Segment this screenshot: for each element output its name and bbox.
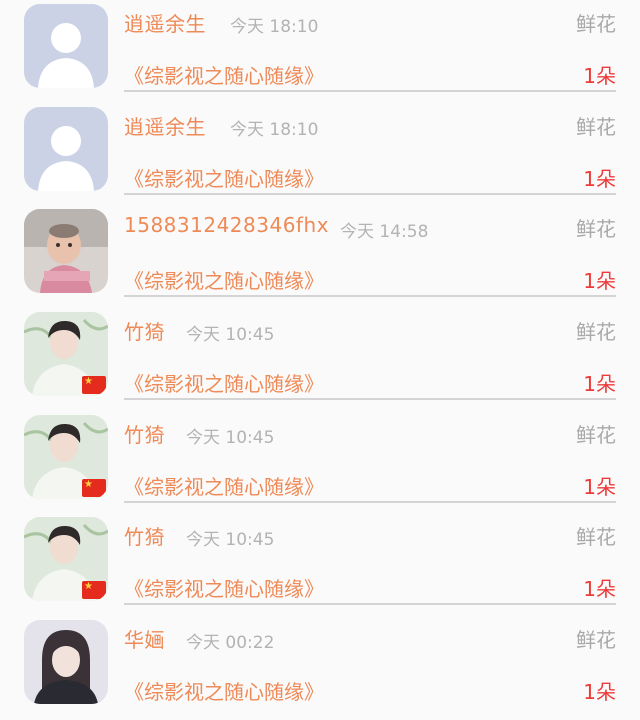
flag-icon: ★: [82, 479, 106, 497]
gift-count: 1朵: [583, 64, 616, 88]
gift-type: 鲜花: [576, 115, 616, 139]
work-title[interactable]: 《综影视之随心随缘》: [124, 471, 324, 500]
timestamp: 今天 10:45: [186, 428, 275, 448]
gift-count: 1朵: [583, 269, 616, 293]
list-item[interactable]: 华婳 今天 00:22 鲜花 《综影视之随心随缘》 1朵: [0, 618, 640, 720]
list-item[interactable]: ★ 竹猗 今天 10:45 鲜花 《综影视之随心随缘》 1朵: [0, 413, 640, 515]
list-item[interactable]: 1588312428346fhx 今天 14:58 鲜花 《综影视之随心随缘》 …: [0, 207, 640, 309]
gift-count: 1朵: [583, 372, 616, 396]
user-name[interactable]: 华婳: [124, 624, 165, 653]
gift-type: 鲜花: [576, 217, 616, 241]
timestamp: 今天 18:10: [230, 120, 319, 140]
gift-count: 1朵: [583, 680, 616, 704]
user-name[interactable]: 竹猗: [124, 521, 165, 550]
divider: [124, 398, 616, 400]
divider: [124, 501, 616, 503]
gift-type: 鲜花: [576, 423, 616, 447]
timestamp: 今天 18:10: [230, 17, 319, 37]
user-name[interactable]: 竹猗: [124, 316, 165, 345]
baby-photo-icon: [24, 209, 108, 293]
gift-count: 1朵: [583, 475, 616, 499]
woman-portrait-icon: [24, 620, 108, 704]
user-name[interactable]: 逍遥余生: [124, 8, 206, 37]
flag-icon: ★: [82, 581, 106, 599]
gift-type: 鲜花: [576, 320, 616, 344]
gift-count: 1朵: [583, 577, 616, 601]
list-item[interactable]: 逍遥余生 今天 18:10 鲜花 《综影视之随心随缘》 1朵: [0, 2, 640, 104]
work-title[interactable]: 《综影视之随心随缘》: [124, 368, 324, 397]
work-title[interactable]: 《综影视之随心随缘》: [124, 573, 324, 602]
avatar[interactable]: [24, 620, 108, 704]
gift-count: 1朵: [583, 167, 616, 191]
user-name[interactable]: 1588312428346fhx: [124, 213, 329, 237]
divider: [124, 193, 616, 195]
divider: [124, 603, 616, 605]
list-item[interactable]: ★ 竹猗 今天 10:45 鲜花 《综影视之随心随缘》 1朵: [0, 310, 640, 412]
divider: [124, 295, 616, 297]
avatar[interactable]: ★: [24, 517, 108, 601]
default-avatar-icon: [24, 107, 108, 191]
list-item[interactable]: ★ 竹猗 今天 10:45 鲜花 《综影视之随心随缘》 1朵: [0, 515, 640, 617]
default-avatar-icon: [24, 4, 108, 88]
flag-icon: ★: [82, 376, 106, 394]
timestamp: 今天 00:22: [186, 633, 275, 653]
timestamp: 今天 10:45: [186, 530, 275, 550]
avatar[interactable]: ★: [24, 312, 108, 396]
work-title[interactable]: 《综影视之随心随缘》: [124, 676, 324, 705]
divider: [124, 90, 616, 92]
timestamp: 今天 14:58: [340, 222, 429, 242]
work-title[interactable]: 《综影视之随心随缘》: [124, 163, 324, 192]
user-name[interactable]: 竹猗: [124, 419, 165, 448]
avatar[interactable]: ★: [24, 415, 108, 499]
gift-type: 鲜花: [576, 628, 616, 652]
work-title[interactable]: 《综影视之随心随缘》: [124, 265, 324, 294]
avatar[interactable]: [24, 4, 108, 88]
gift-type: 鲜花: [576, 12, 616, 36]
user-name[interactable]: 逍遥余生: [124, 111, 206, 140]
timestamp: 今天 10:45: [186, 325, 275, 345]
avatar[interactable]: [24, 107, 108, 191]
list-item[interactable]: 逍遥余生 今天 18:10 鲜花 《综影视之随心随缘》 1朵: [0, 105, 640, 207]
work-title[interactable]: 《综影视之随心随缘》: [124, 60, 324, 89]
avatar[interactable]: [24, 209, 108, 293]
gift-type: 鲜花: [576, 525, 616, 549]
